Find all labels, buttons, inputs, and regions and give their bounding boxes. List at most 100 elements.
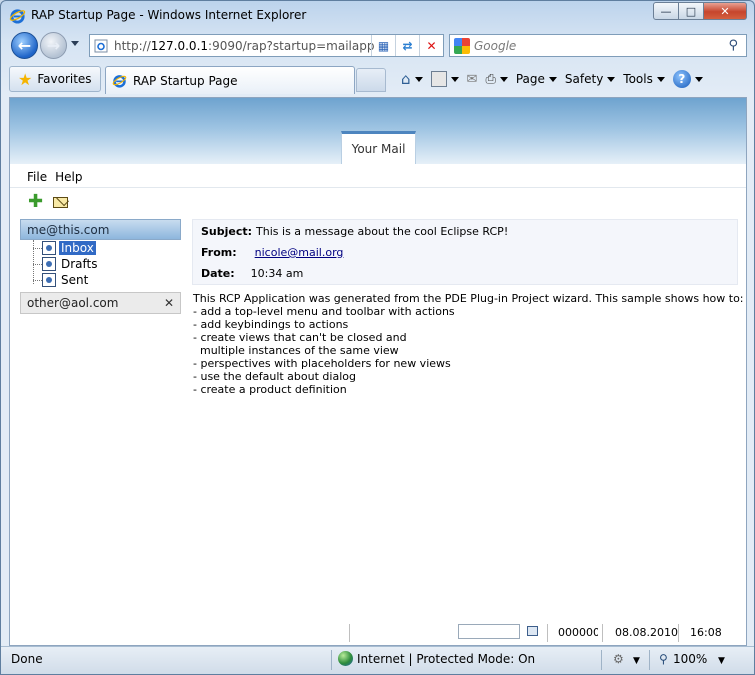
stop-button[interactable]: ✕	[419, 35, 443, 56]
app-status-line: 0000000 08.08.2010 16:08	[10, 618, 746, 645]
address-bar[interactable]: http://127.0.0.1:9090/rap?startup=mailap…	[89, 34, 444, 57]
status-separator	[349, 624, 350, 642]
favorites-star-icon: ★	[18, 69, 33, 89]
folder-sent[interactable]: Sent	[33, 272, 181, 288]
status-window-icon[interactable]	[527, 626, 538, 636]
mail-icon: ✉	[466, 71, 478, 87]
status-separator	[602, 624, 603, 642]
search-icon[interactable]: ⚲	[728, 38, 738, 53]
print-button[interactable]: ⎙	[481, 69, 511, 89]
menu-help[interactable]: Help	[55, 170, 82, 184]
account-other-aol-com[interactable]: other@aol.com ✕	[20, 292, 181, 314]
folder-label: Inbox	[59, 241, 96, 255]
folder-drafts[interactable]: Drafts	[33, 256, 181, 272]
back-button[interactable]: ←	[11, 32, 38, 59]
command-buttons: ⌂ ✉ ⎙ Page Safety Tools ?	[397, 69, 707, 89]
ie-logo-icon	[9, 9, 26, 24]
folder-icon	[42, 241, 56, 255]
forward-button[interactable]: →	[40, 32, 67, 59]
message-header: Subject: This is a message about the coo…	[192, 219, 738, 285]
title-bar: RAP Startup Page - Windows Internet Expl…	[1, 1, 754, 29]
folder-icon	[42, 273, 56, 287]
help-icon: ?	[672, 70, 691, 88]
address-url[interactable]: http://127.0.0.1:9090/rap?startup=mailap…	[114, 39, 374, 53]
search-placeholder: Google	[474, 38, 517, 53]
refresh-button[interactable]: ⇄	[395, 35, 419, 56]
internet-zone-icon	[338, 651, 353, 666]
from-label: From:	[201, 246, 237, 259]
account-label: other@aol.com	[27, 296, 119, 310]
home-icon: ⌂	[401, 70, 411, 88]
minimize-button[interactable]: —	[653, 2, 679, 20]
status-date: 08.08.2010	[615, 626, 678, 639]
tab-rap-startup[interactable]: RAP Startup Page	[105, 66, 355, 94]
status-counter: 0000000	[558, 626, 598, 639]
status-done: Done	[11, 652, 43, 666]
message-body: This RCP Application was generated from …	[193, 292, 744, 396]
date-row: Date: 10:34 am	[201, 267, 303, 280]
feeds-button[interactable]	[427, 69, 463, 89]
page-content: Your Mail File Help ✚ me@this.com Inbox …	[9, 97, 747, 646]
home-button[interactable]: ⌂	[397, 69, 427, 89]
from-email-link[interactable]: nicole@mail.org	[255, 246, 344, 259]
favorites-button[interactable]: ★ Favorites	[9, 66, 101, 92]
tools-menu[interactable]: Tools	[619, 69, 669, 89]
from-row: From: nicole@mail.org	[201, 246, 343, 259]
folder-inbox[interactable]: Inbox	[33, 240, 181, 256]
app-toolbar: ✚	[10, 189, 746, 215]
safety-menu[interactable]: Safety	[561, 69, 619, 89]
tab-ie-icon	[112, 75, 127, 88]
recent-pages-dropdown[interactable]	[71, 41, 79, 46]
date-label: Date:	[201, 267, 235, 280]
folder-label: Drafts	[61, 257, 98, 271]
google-icon	[454, 37, 470, 54]
open-message-icon[interactable]	[53, 196, 69, 208]
stop-icon: ✕	[426, 38, 437, 53]
close-button[interactable]: ✕	[704, 2, 747, 20]
minimize-icon: —	[660, 4, 672, 18]
add-ons-icon[interactable]: ⚙	[613, 652, 624, 666]
folder-label: Sent	[61, 273, 89, 287]
new-tab-button[interactable]	[356, 68, 386, 92]
zoom-level[interactable]: 100%	[673, 652, 707, 666]
page-ie-icon	[94, 39, 108, 52]
close-view-icon[interactable]: ✕	[164, 296, 174, 310]
safety-menu-label: Safety	[564, 72, 604, 86]
maximize-icon: □	[685, 4, 697, 18]
subject-label: Subject:	[201, 225, 253, 238]
subject-row: Subject: This is a message about the coo…	[201, 225, 508, 238]
page-menu-label: Page	[515, 72, 545, 86]
status-time: 16:08	[690, 626, 722, 639]
chevron-down-icon[interactable]: ▼	[633, 656, 640, 666]
compatibility-view-button[interactable]: ▦	[371, 35, 395, 56]
favorites-label: Favorites	[37, 72, 92, 86]
search-box[interactable]: Google ⚲	[449, 34, 747, 57]
folder-icon	[42, 257, 56, 271]
add-icon[interactable]: ✚	[28, 193, 43, 211]
status-separator	[331, 650, 332, 670]
account-me-this-com[interactable]: me@this.com	[20, 219, 181, 240]
close-icon: ✕	[720, 4, 730, 18]
folder-tree: Inbox Drafts Sent	[20, 240, 181, 292]
help-button[interactable]: ?	[669, 69, 707, 89]
tree-connector-line	[33, 240, 34, 284]
address-tools: ▦ ⇄ ✕	[371, 35, 443, 56]
tools-menu-label: Tools	[623, 72, 653, 86]
read-mail-button[interactable]: ✉	[463, 69, 482, 89]
zoom-dropdown-chevron-icon[interactable]: ▼	[718, 656, 725, 666]
refresh-icon: ⇄	[402, 38, 413, 53]
maximize-button[interactable]: □	[679, 2, 704, 20]
browser-window: RAP Startup Page - Windows Internet Expl…	[0, 0, 755, 675]
forward-arrow-icon: →	[46, 36, 61, 55]
status-separator	[547, 624, 548, 642]
rss-feed-icon	[430, 71, 447, 87]
mail-navigation-view: me@this.com Inbox Drafts Sent other@aol.…	[20, 219, 181, 316]
status-separator	[649, 650, 650, 670]
security-zone[interactable]: Internet | Protected Mode: On	[357, 652, 535, 666]
page-menu[interactable]: Page	[512, 69, 561, 89]
navigation-bar: ← → http://127.0.0.1:9090/rap?startup=ma…	[1, 29, 754, 63]
status-input[interactable]	[458, 624, 520, 639]
menu-file[interactable]: File	[27, 170, 47, 184]
status-separator	[601, 650, 602, 670]
perspective-tab-your-mail[interactable]: Your Mail	[341, 131, 416, 164]
